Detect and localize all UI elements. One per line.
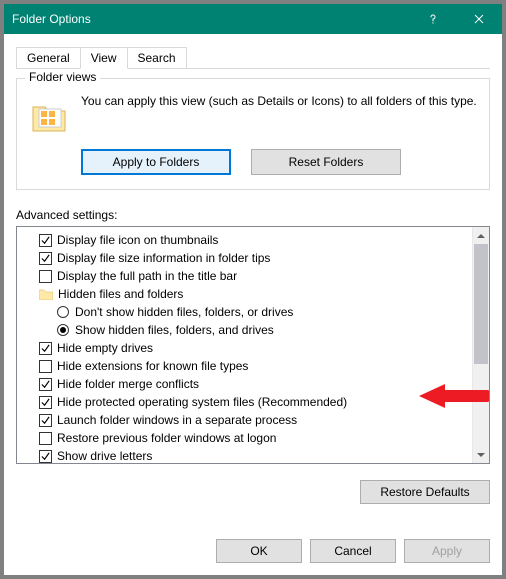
dialog-buttons: OK Cancel Apply (216, 539, 490, 563)
setting-label: Launch folder windows in a separate proc… (57, 411, 297, 429)
folder-views-text: You can apply this view (such as Details… (81, 93, 477, 109)
setting-row[interactable]: Hide protected operating system files (R… (39, 393, 467, 411)
checkbox[interactable] (39, 342, 52, 355)
cancel-button[interactable]: Cancel (310, 539, 396, 563)
radio[interactable] (57, 324, 69, 336)
apply-to-folders-button[interactable]: Apply to Folders (81, 149, 231, 175)
radio[interactable] (57, 306, 69, 318)
folder-views-group: Folder views You can apply this view (su… (16, 78, 490, 190)
setting-label: Hide folder merge conflicts (57, 375, 199, 393)
setting-label: Display file icon on thumbnails (57, 231, 218, 249)
tree-viewport: Display file icon on thumbnailsDisplay f… (23, 231, 467, 464)
tab-strip: General View Search (16, 46, 490, 69)
advanced-settings-label: Advanced settings: (16, 208, 490, 222)
setting-row[interactable]: Display file icon on thumbnails (39, 231, 467, 249)
tab-search[interactable]: Search (127, 47, 187, 69)
checkbox[interactable] (39, 234, 52, 247)
apply-button[interactable]: Apply (404, 539, 490, 563)
setting-label: Display file size information in folder … (57, 249, 270, 267)
setting-row[interactable]: Show hidden files, folders, and drives (57, 321, 467, 339)
checkbox[interactable] (39, 396, 52, 409)
setting-label: Show hidden files, folders, and drives (75, 321, 274, 339)
reset-folders-button[interactable]: Reset Folders (251, 149, 401, 175)
scroll-down-button[interactable] (473, 446, 489, 463)
folder-icon (29, 97, 69, 137)
client-area: General View Search Folder views You can… (4, 34, 502, 575)
setting-row[interactable]: Hide folder merge conflicts (39, 375, 467, 393)
setting-label: Restore previous folder windows at logon (57, 429, 276, 447)
scroll-thumb[interactable] (474, 244, 488, 364)
checkbox[interactable] (39, 450, 52, 463)
setting-row[interactable]: Display the full path in the title bar (39, 267, 467, 285)
checkbox[interactable] (39, 378, 52, 391)
setting-row[interactable]: Don't show hidden files, folders, or dri… (57, 303, 467, 321)
checkbox[interactable] (39, 360, 52, 373)
setting-label: Don't show hidden files, folders, or dri… (75, 303, 293, 321)
setting-label: Display the full path in the title bar (57, 267, 237, 285)
setting-row[interactable]: Hide extensions for known file types (39, 357, 467, 375)
setting-row[interactable]: Launch folder windows in a separate proc… (39, 411, 467, 429)
close-button[interactable] (456, 4, 502, 34)
checkbox[interactable] (39, 270, 52, 283)
setting-row[interactable]: Restore previous folder windows at logon (39, 429, 467, 447)
tab-view[interactable]: View (80, 47, 128, 69)
setting-label: Show drive letters (57, 447, 152, 464)
folder-options-window: Folder Options General View Search Folde… (0, 0, 506, 579)
checkbox[interactable] (39, 252, 52, 265)
setting-label: Hide empty drives (57, 339, 153, 357)
advanced-settings-tree[interactable]: Display file icon on thumbnailsDisplay f… (16, 226, 490, 464)
checkbox[interactable] (39, 414, 52, 427)
checkbox[interactable] (39, 432, 52, 445)
scroll-up-button[interactable] (473, 227, 489, 244)
setting-row: Hidden files and folders (39, 285, 467, 303)
setting-row[interactable]: Hide empty drives (39, 339, 467, 357)
setting-label: Hide protected operating system files (R… (57, 393, 347, 411)
help-button[interactable] (410, 4, 456, 34)
setting-row[interactable]: Show drive letters (39, 447, 467, 464)
setting-label: Hide extensions for known file types (57, 357, 248, 375)
vertical-scrollbar[interactable] (472, 227, 489, 463)
tab-general[interactable]: General (16, 47, 81, 69)
restore-defaults-button[interactable]: Restore Defaults (360, 480, 490, 504)
window-title: Folder Options (12, 12, 91, 26)
ok-button[interactable]: OK (216, 539, 302, 563)
title-bar: Folder Options (4, 4, 502, 34)
setting-row[interactable]: Display file size information in folder … (39, 249, 467, 267)
view-tab-content: Folder views You can apply this view (su… (16, 70, 490, 523)
setting-label: Hidden files and folders (58, 285, 183, 303)
folder-views-legend: Folder views (25, 70, 100, 84)
